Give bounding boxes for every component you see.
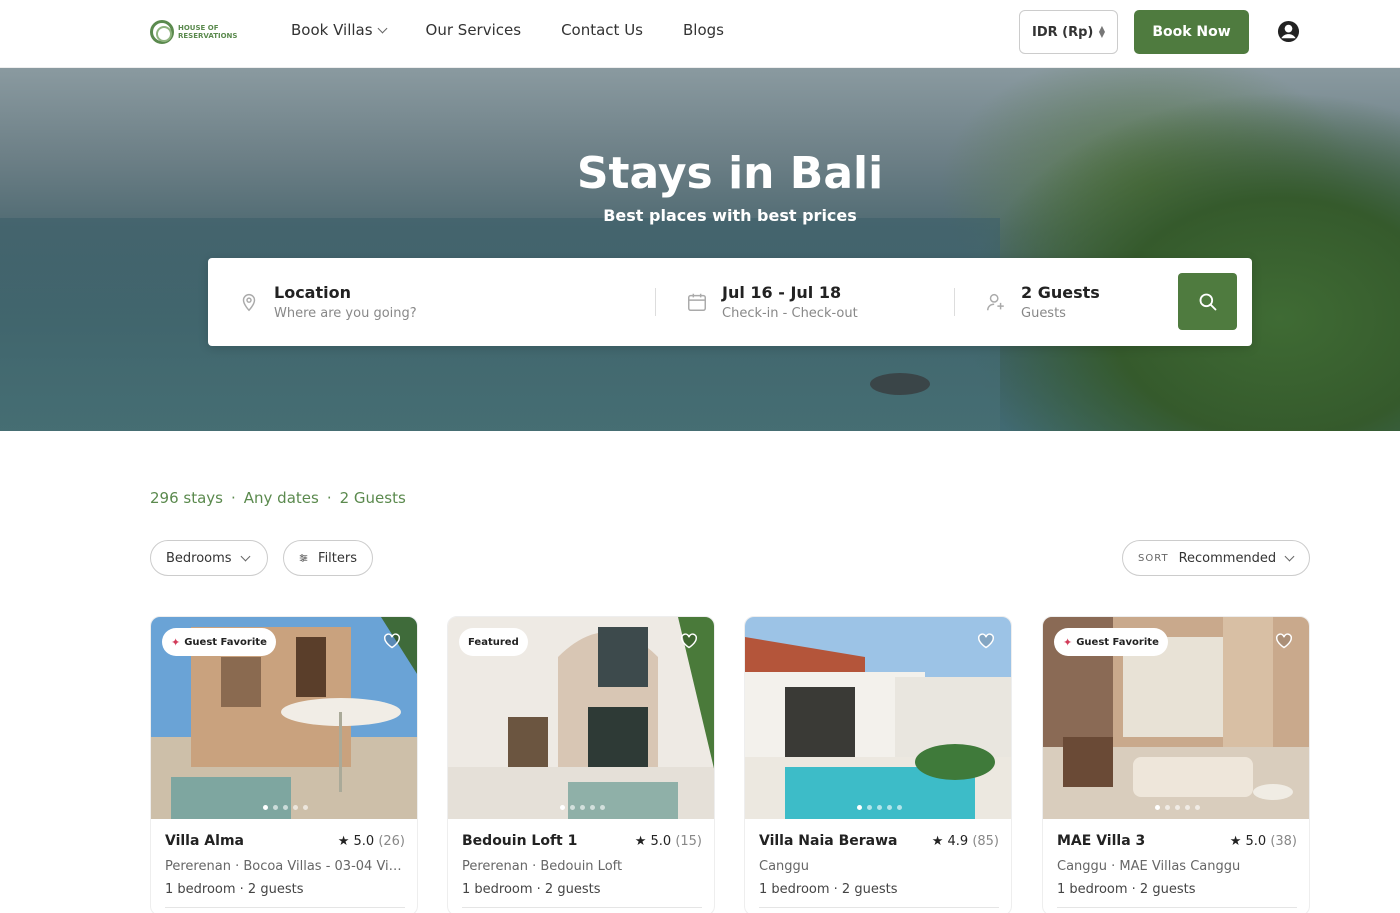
guests-field[interactable]: 2 Guests Guests: [985, 258, 1165, 346]
heart-icon[interactable]: [383, 633, 401, 649]
listing-card[interactable]: Villa Naia Berawa ★ 4.9 (85) Canggu 1 be…: [744, 616, 1012, 913]
sliders-icon: [299, 554, 308, 562]
listing-meta: 1 bedroom · 2 guests: [462, 882, 601, 897]
nav-blogs[interactable]: Blogs: [683, 21, 724, 39]
hero-title: Stays in Bali: [576, 148, 884, 199]
listing-location: Pererenan · Bocoa Villas - 03-04 Vill...: [165, 859, 405, 874]
listing-name: Bedouin Loft 1: [462, 833, 578, 849]
chevron-down-icon: [1284, 551, 1295, 561]
featured-badge: Featured: [459, 628, 528, 656]
location-placeholder: Where are you going?: [274, 306, 417, 321]
stays-count: 296 stays: [150, 489, 223, 507]
listing-location: Canggu · MAE Villas Canggu: [1057, 859, 1241, 874]
listing-location: Canggu: [759, 859, 810, 874]
dates-summary: Any dates: [243, 489, 319, 507]
location-label: Location: [274, 283, 351, 302]
search-icon: [1199, 293, 1216, 310]
heart-icon[interactable]: [1275, 633, 1293, 649]
dates-label: Jul 16 - Jul 18: [722, 283, 842, 302]
divider: [655, 288, 656, 316]
listing-rating: ★ 5.0 (15): [634, 834, 702, 849]
sparkle-icon: ✦: [171, 635, 181, 649]
listing-card[interactable]: Featured Bedouin Loft 1 ★ 5.0 (15) Perer…: [447, 616, 715, 913]
currency-value: IDR (Rp): [1032, 24, 1094, 40]
photo-dots[interactable]: [745, 805, 1011, 810]
search-button[interactable]: [1178, 273, 1237, 330]
listing-meta: 1 bedroom · 2 guests: [759, 882, 898, 897]
sort-value: Recommended: [1178, 550, 1277, 566]
account-icon[interactable]: [1277, 20, 1300, 43]
star-icon: ★: [1229, 834, 1242, 849]
logo-mark-icon: [150, 20, 174, 44]
sort-select[interactable]: SORT Recommended: [1122, 540, 1310, 576]
hero-rock: [870, 373, 930, 395]
guest-favorite-badge: ✦ Guest Favorite: [162, 628, 276, 656]
bedrooms-filter[interactable]: Bedrooms: [150, 540, 268, 576]
map-pin-icon: [242, 294, 256, 312]
bedrooms-label: Bedrooms: [166, 550, 232, 566]
guests-sub: Guests: [1021, 306, 1066, 321]
up-down-chevron-icon: ▲ ▼: [1098, 24, 1105, 39]
dates-field[interactable]: Jul 16 - Jul 18 Check-in - Check-out: [686, 258, 946, 346]
nav-book-villas[interactable]: Book Villas: [291, 21, 387, 39]
listing-photo[interactable]: [745, 617, 1012, 819]
add-user-icon: [987, 293, 1004, 311]
currency-select[interactable]: IDR (Rp) ▲ ▼: [1019, 10, 1118, 54]
photo-dots[interactable]: [1043, 805, 1309, 810]
results-summary: 296 stays · Any dates · 2 Guests: [150, 489, 406, 507]
guests-summary: 2 Guests: [339, 489, 406, 507]
hero-banner: Stays in Bali Best places with best pric…: [0, 68, 1400, 431]
listing-name: Villa Naia Berawa: [759, 833, 898, 849]
star-icon: ★: [931, 834, 944, 849]
book-now-button[interactable]: Book Now: [1134, 10, 1249, 54]
search-bar: Location Where are you going? Jul 16 - J…: [208, 258, 1252, 346]
photo-dots[interactable]: [448, 805, 714, 810]
nav-our-services[interactable]: Our Services: [426, 21, 522, 39]
nav-links: Book Villas Our Services Contact Us Blog…: [291, 21, 724, 39]
brand-logo[interactable]: HOUSE OF RESERVATIONS: [150, 20, 242, 44]
listing-rating: ★ 5.0 (26): [337, 834, 405, 849]
calendar-icon: [688, 293, 706, 311]
top-nav: HOUSE OF RESERVATIONS Book Villas Our Se…: [0, 0, 1400, 68]
listing-card[interactable]: ✦ Guest Favorite Villa Alma ★ 5.0 (26) Pe…: [150, 616, 418, 913]
divider: [954, 288, 955, 316]
listing-card[interactable]: ✦ Guest Favorite MAE Villa 3 ★ 5.0 (38) C…: [1042, 616, 1310, 913]
filters-label: Filters: [318, 550, 357, 566]
listing-rating: ★ 4.9 (85): [931, 834, 999, 849]
dates-sub: Check-in - Check-out: [722, 306, 858, 321]
listing-meta: 1 bedroom · 2 guests: [165, 882, 304, 897]
star-icon: ★: [634, 834, 647, 849]
location-field[interactable]: Location Where are you going?: [238, 258, 648, 346]
heart-icon[interactable]: [680, 633, 698, 649]
sort-key: SORT: [1138, 552, 1169, 564]
chevron-down-icon: [377, 23, 387, 33]
chevron-down-icon: [240, 551, 251, 561]
logo-text: HOUSE OF RESERVATIONS: [178, 24, 238, 40]
sparkle-icon: ✦: [1063, 635, 1073, 649]
nav-contact-us[interactable]: Contact Us: [561, 21, 643, 39]
guests-label: 2 Guests: [1021, 283, 1100, 302]
heart-icon[interactable]: [977, 633, 995, 649]
listing-name: Villa Alma: [165, 833, 244, 849]
star-icon: ★: [337, 834, 350, 849]
listing-location: Pererenan · Bedouin Loft: [462, 859, 623, 874]
hero-subtitle: Best places with best prices: [603, 206, 857, 225]
photo-dots[interactable]: [151, 805, 417, 810]
filters-button[interactable]: Filters: [283, 540, 373, 576]
guest-favorite-badge: ✦ Guest Favorite: [1054, 628, 1168, 656]
listing-name: MAE Villa 3: [1057, 833, 1146, 849]
listing-rating: ★ 5.0 (38): [1229, 834, 1297, 849]
listing-meta: 1 bedroom · 2 guests: [1057, 882, 1196, 897]
